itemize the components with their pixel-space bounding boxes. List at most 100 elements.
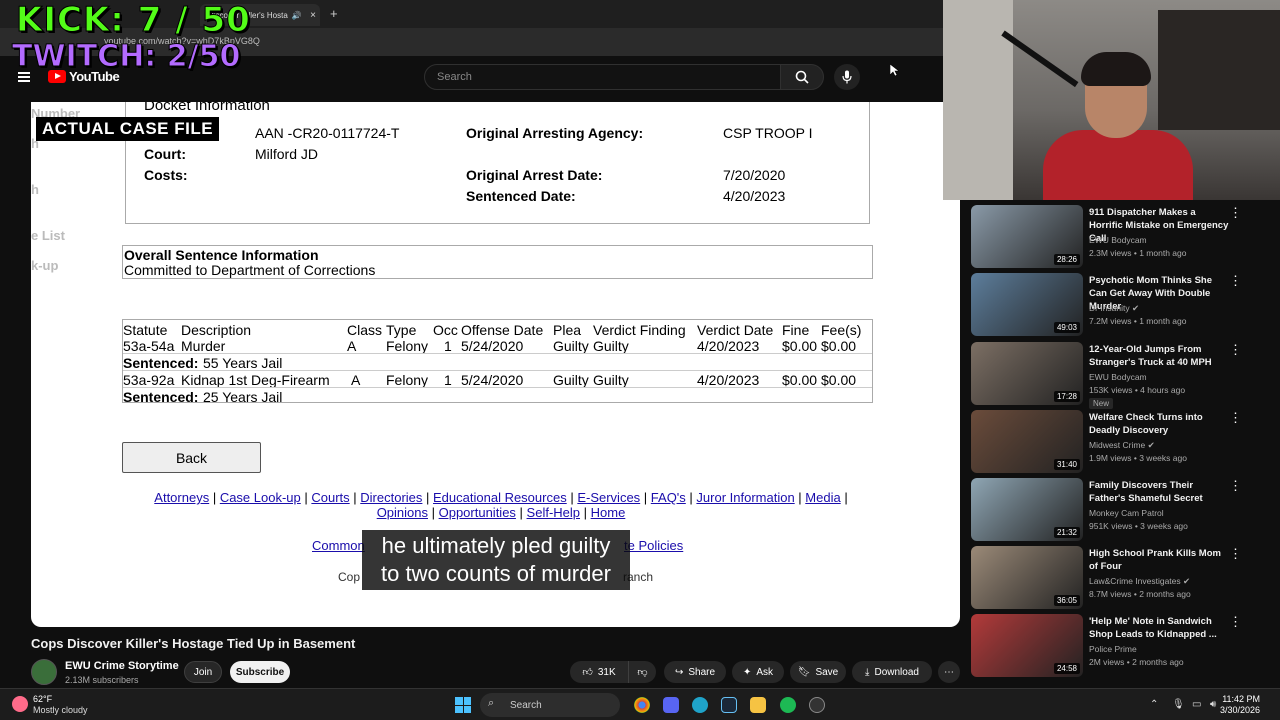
recommended-channel[interactable]: EWU Bodycam	[1089, 372, 1147, 382]
spotify-icon[interactable]	[780, 697, 796, 713]
download-button[interactable]: ⤓ Download	[852, 661, 932, 683]
ask-button[interactable]: ✦ Ask	[732, 661, 784, 683]
link-media[interactable]: Media	[805, 490, 840, 505]
streamer-shirt	[1043, 130, 1193, 200]
like-button[interactable]: 👍︎ 31K	[570, 661, 628, 683]
more-actions-button[interactable]: ⋯	[938, 661, 960, 683]
charge-occ: 1	[444, 338, 452, 354]
link-case-lookup[interactable]: Case Look-up	[220, 490, 301, 505]
obs-icon[interactable]	[809, 697, 825, 713]
channel-name[interactable]: EWU Crime Storytime	[65, 660, 179, 672]
system-clock[interactable]: 11:42 PM 3/30/2026	[1220, 694, 1260, 716]
recommended-video[interactable]: 36:05 High School Prank Kills Mom of Four…	[971, 546, 1271, 610]
video-thumbnail[interactable]: 49:03	[971, 273, 1083, 336]
microphone-tray-icon[interactable]: 🎙︎	[1172, 699, 1185, 710]
more-options-icon[interactable]: ⋮	[1229, 410, 1242, 426]
charge-class: A	[351, 372, 361, 388]
new-tab-button[interactable]: +	[330, 6, 338, 21]
link-courts[interactable]: Courts	[311, 490, 349, 505]
recommended-meta: 2M views • 2 months ago	[1089, 657, 1184, 667]
recommended-video[interactable]: 31:40 Welfare Check Turns into Deadly Dis…	[971, 410, 1271, 474]
volume-icon[interactable]: 🔊︎	[1210, 699, 1216, 710]
weather-icon[interactable]	[12, 696, 28, 712]
search-button[interactable]	[780, 64, 824, 90]
video-thumbnail[interactable]: 31:40	[971, 410, 1083, 473]
charge-plea: Guilty	[553, 372, 589, 388]
link-opinions[interactable]: Opinions	[377, 505, 428, 520]
link-opportunities[interactable]: Opportunities	[439, 505, 516, 520]
more-options-icon[interactable]: ⋮	[1229, 546, 1242, 562]
save-button[interactable]: 🔖︎ Save	[790, 661, 846, 683]
recommended-channel[interactable]: EWU Bodycam	[1089, 235, 1147, 245]
share-button[interactable]: ↪ Share	[664, 661, 726, 683]
link-self-help[interactable]: Self-Help	[527, 505, 580, 520]
recommended-channel[interactable]: Police Prime	[1089, 644, 1137, 654]
footer-link-partial[interactable]: te Policies	[624, 538, 683, 553]
taskbar-search[interactable]: ⌕ Search	[480, 693, 620, 717]
recommended-title[interactable]: Welfare Check Turns into Deadly Discover…	[1089, 411, 1229, 437]
network-icon[interactable]: ▭	[1192, 699, 1201, 710]
channel-avatar[interactable]	[31, 659, 57, 685]
link-directories[interactable]: Directories	[360, 490, 422, 505]
recommended-channel[interactable]: Dr Insanity ✔︎	[1089, 303, 1139, 314]
chevron-up-icon[interactable]: ⌃	[1150, 699, 1158, 710]
verified-icon: ✔︎	[1183, 576, 1191, 586]
voice-search-button[interactable]	[834, 64, 860, 90]
video-thumbnail[interactable]: 28:26	[971, 205, 1083, 268]
footer-link-partial[interactable]: Common	[312, 538, 365, 553]
join-button[interactable]: Join	[184, 661, 222, 683]
clock-date: 3/30/2026	[1220, 705, 1261, 715]
video-thumbnail[interactable]: 21:32	[971, 478, 1083, 541]
chrome-icon[interactable]	[634, 697, 650, 713]
subscribe-button[interactable]: Subscribe	[230, 661, 290, 683]
recommended-video[interactable]: 49:03 Psychotic Mom Thinks She Can Get Aw…	[971, 273, 1271, 337]
recommended-video[interactable]: 21:32 Family Discovers Their Father's Sha…	[971, 478, 1271, 542]
recommended-channel[interactable]: Law&Crime Investigates ✔︎	[1089, 576, 1190, 587]
docket-number: AAN -CR20-0117724-T	[255, 125, 400, 141]
more-options-icon[interactable]: ⋮	[1229, 205, 1242, 221]
link-juror-information[interactable]: Juror Information	[696, 490, 794, 505]
more-options-icon[interactable]: ⋮	[1229, 273, 1242, 289]
windows-start-icon[interactable]	[455, 697, 471, 713]
video-thumbnail[interactable]: 17:28	[971, 342, 1083, 405]
recommended-meta: 951K views • 3 weeks ago	[1089, 521, 1188, 531]
video-thumbnail[interactable]: 36:05	[971, 546, 1083, 609]
weather-temperature[interactable]: 62°F	[33, 694, 52, 704]
twitch-sub-goal: TWITCH: 2/50	[11, 39, 241, 74]
recommended-channel[interactable]: Monkey Cam Patrol	[1089, 508, 1164, 518]
recommended-title[interactable]: Family Discovers Their Father's Shameful…	[1089, 479, 1229, 505]
steam-icon[interactable]	[721, 697, 737, 713]
more-options-icon[interactable]: ⋮	[1229, 342, 1242, 358]
search-input[interactable]: Search	[424, 64, 781, 90]
edge-icon[interactable]	[692, 697, 708, 713]
row-divider	[123, 353, 872, 354]
link-faqs[interactable]: FAQ's	[651, 490, 686, 505]
link-home[interactable]: Home	[591, 505, 626, 520]
more-options-icon[interactable]: ⋮	[1229, 478, 1242, 494]
dislike-button[interactable]: 👎︎	[628, 661, 656, 683]
close-tab-icon[interactable]: ×	[310, 10, 316, 21]
link-educational-resources[interactable]: Educational Resources	[433, 490, 567, 505]
discord-icon[interactable]	[663, 697, 679, 713]
file-explorer-icon[interactable]	[750, 697, 766, 713]
recommended-channel[interactable]: Midwest Crime ✔︎	[1089, 440, 1155, 451]
recommended-video[interactable]: 28:26 911 Dispatcher Makes a Horrific Mis…	[971, 205, 1271, 269]
recommended-title[interactable]: High School Prank Kills Mom of Four	[1089, 547, 1229, 573]
recommended-video[interactable]: 17:28 12-Year-Old Jumps From Stranger's T…	[971, 342, 1271, 409]
video-thumbnail[interactable]: 24:58	[971, 614, 1083, 677]
channel-label: Dr Insanity	[1089, 303, 1130, 313]
link-e-services[interactable]: E-Services	[577, 490, 640, 505]
recommended-title[interactable]: 12-Year-Old Jumps From Stranger's Truck …	[1089, 343, 1229, 369]
weather-description[interactable]: Mostly cloudy	[33, 705, 88, 715]
video-player[interactable]: Number h h e List k-up Docket Informatio…	[31, 102, 960, 627]
charge-fine: $0.00	[782, 372, 818, 388]
recommended-video[interactable]: 24:58 'Help Me' Note in Sandwich Shop Lea…	[971, 614, 1271, 678]
link-attorneys[interactable]: Attorneys	[154, 490, 209, 505]
more-options-icon[interactable]: ⋮	[1229, 614, 1242, 630]
charge-statute: 53a-92a	[123, 372, 175, 388]
speaker-icon[interactable]: 🔊	[292, 11, 302, 20]
recommended-meta: 1.9M views • 3 weeks ago	[1089, 453, 1187, 463]
recommended-title[interactable]: 'Help Me' Note in Sandwich Shop Leads to…	[1089, 615, 1229, 641]
column-header: Verdict Finding	[593, 322, 686, 338]
back-button[interactable]: Back	[122, 442, 261, 473]
